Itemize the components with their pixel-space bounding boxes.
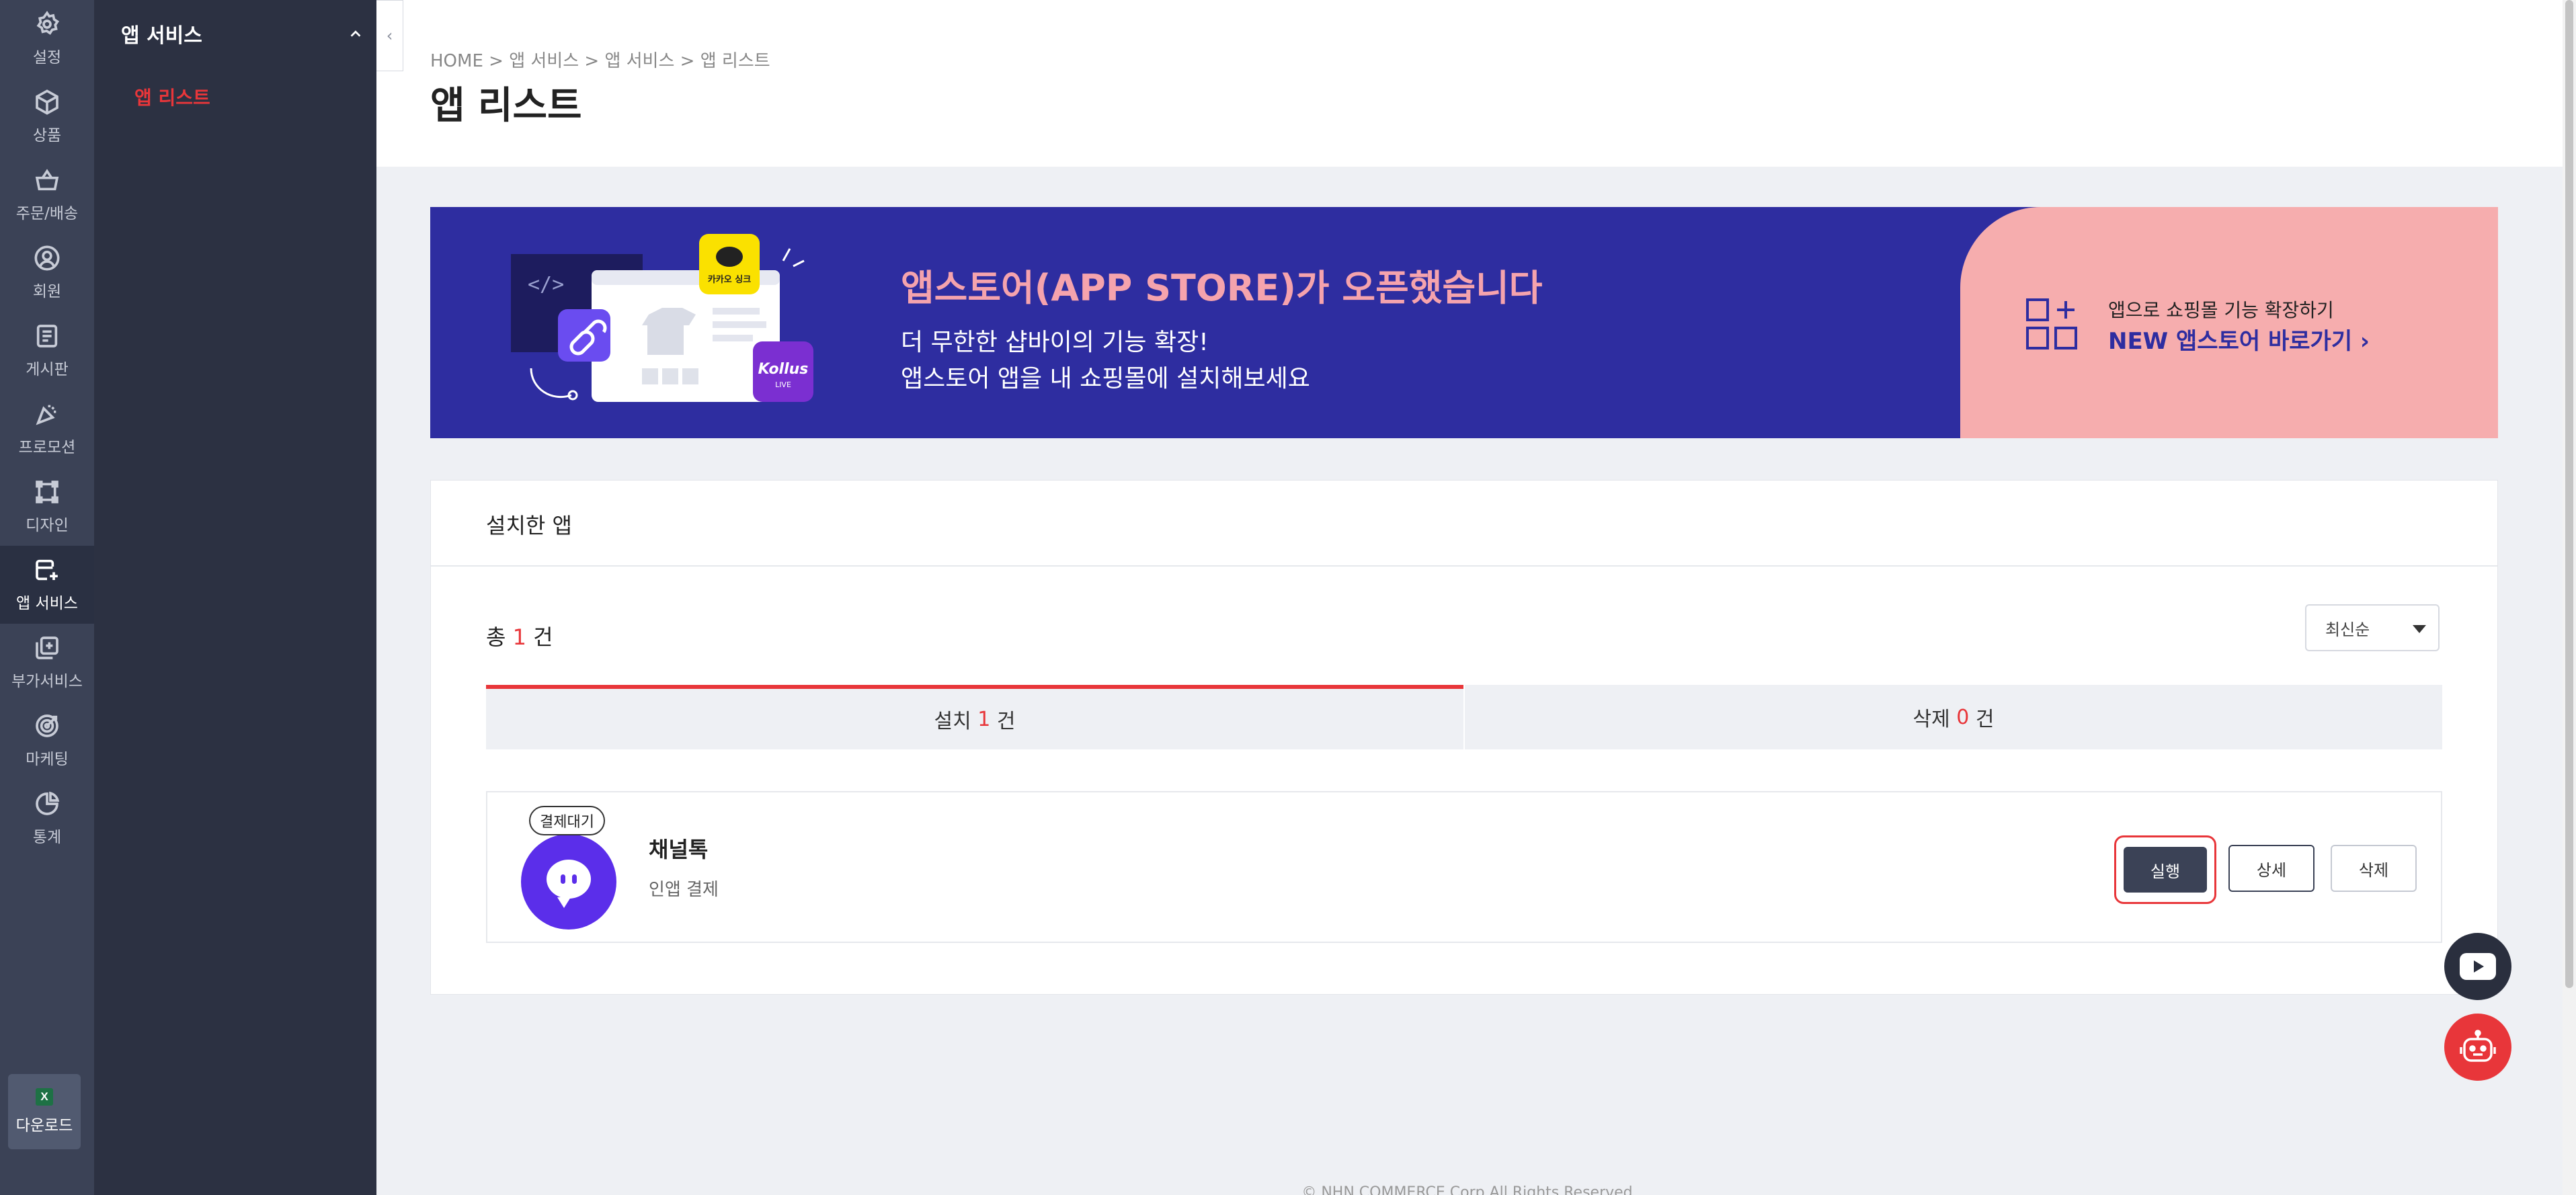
- tab-suffix: 건: [996, 710, 1016, 733]
- tab-label: 설치: [934, 710, 971, 733]
- rail-item-label: 부가서비스: [11, 673, 83, 690]
- channeltalk-logo: [521, 834, 616, 930]
- detail-button[interactable]: 상세: [2228, 845, 2315, 892]
- youtube-button[interactable]: [2444, 933, 2511, 1000]
- tab-deleted[interactable]: 삭제 0 건: [1463, 685, 2442, 749]
- app-description: 인앱 결제: [649, 880, 719, 900]
- tab-label: 삭제: [1913, 708, 1950, 731]
- submenu-item-app-list[interactable]: 앱 리스트: [134, 83, 210, 110]
- robot-icon: [2460, 1030, 2496, 1062]
- banner-badge-kakao: 카카오 싱크: [708, 275, 751, 285]
- gear-icon: [36, 11, 60, 35]
- sort-value: 최신순: [2325, 620, 2370, 639]
- rail-item-label: 디자인: [26, 517, 69, 534]
- basket-icon: [35, 169, 59, 191]
- tab-suffix: 건: [1975, 708, 1995, 731]
- rail-item-label: 게시판: [26, 361, 69, 378]
- collapse-sidebar-button[interactable]: ‹: [376, 0, 403, 71]
- banner-badge-live: LIVE: [775, 380, 791, 389]
- rail-item-addon[interactable]: 부가서비스: [0, 624, 94, 702]
- chevron-left-icon: ‹: [386, 26, 393, 45]
- rail-item-statistics[interactable]: 통계: [0, 780, 94, 858]
- app-name: 채널톡: [649, 837, 709, 862]
- rail-item-settings[interactable]: 설정: [0, 0, 94, 78]
- rail-item-promotion[interactable]: 프로모션: [0, 390, 94, 468]
- rail-item-label: 상품: [32, 127, 62, 145]
- status-tabs: 설치 1 건 삭제 0 건: [486, 685, 2442, 749]
- rail-item-label: 회원: [32, 283, 62, 300]
- page-title: 앱 리스트: [430, 84, 582, 128]
- submenu-group-header[interactable]: 앱 서비스: [121, 19, 363, 48]
- rail-item-label: 프로모션: [18, 439, 76, 456]
- banner-subtitle-1: 더 무한한 샵바이의 기능 확장!: [901, 329, 1209, 356]
- caret-down-icon: [2413, 625, 2426, 633]
- rail-item-design[interactable]: 디자인: [0, 468, 94, 546]
- run-button[interactable]: 실행: [2124, 847, 2207, 893]
- banner-badge-kollus: Kollus: [758, 361, 809, 378]
- download-label: 다운로드: [15, 1117, 73, 1135]
- scrollbar-thumb[interactable]: [2565, 0, 2573, 988]
- banner-cta-subtitle: 앱으로 쇼핑몰 기능 확장하기: [2108, 299, 2334, 321]
- page-scrollbar[interactable]: [2563, 0, 2576, 1195]
- app-store-link[interactable]: NEW 앱스토어 바로가기 ›: [2108, 323, 2370, 356]
- rail-item-label: 주문/배송: [15, 205, 79, 222]
- download-button[interactable]: X 다운로드: [8, 1074, 81, 1149]
- submenu-title: 앱 서비스: [121, 24, 202, 48]
- rail-item-label: 앱 서비스: [16, 595, 78, 612]
- youtube-icon: [2460, 953, 2496, 980]
- total-prefix: 총: [486, 624, 506, 650]
- user-icon: [34, 245, 60, 271]
- banner-subtitle-2: 앱스토어 앱을 내 쇼핑몰에 설치해보세요: [901, 365, 1310, 393]
- rail-item-label: 설정: [32, 49, 62, 67]
- board-icon: [36, 325, 58, 347]
- chevron-up-icon: [350, 30, 361, 37]
- rail-item-members[interactable]: 회원: [0, 234, 94, 312]
- rail-item-label: 마케팅: [26, 751, 69, 768]
- party-icon: [36, 405, 56, 425]
- total-count: 총 1 건: [486, 620, 553, 651]
- banner-title: 앱스토어(APP STORE)가 오픈했습니다: [901, 267, 1543, 309]
- rail-item-marketing[interactable]: 마케팅: [0, 702, 94, 780]
- card-title: 설치한 앱: [486, 513, 572, 538]
- app-store-banner[interactable]: </> 카카오 싱크 Kollus LIVE 앱스토어(APP STORE)가 …: [430, 207, 2498, 438]
- card-header: 설치한 앱: [431, 481, 2497, 567]
- tab-count: 1: [977, 707, 991, 731]
- app-service-icon: [36, 559, 58, 581]
- sort-select[interactable]: 최신순: [2305, 604, 2440, 651]
- banner-illustration: </> 카카오 싱크 Kollus LIVE: [511, 234, 813, 402]
- tab-count: 0: [1956, 705, 1970, 729]
- tab-installed[interactable]: 설치 1 건: [486, 685, 1463, 749]
- chat-bubble-icon: [547, 860, 591, 908]
- target-icon: [36, 714, 58, 737]
- breadcrumb: HOME > 앱 서비스 > 앱 서비스 > 앱 리스트: [430, 51, 770, 71]
- rail-item-products[interactable]: 상품: [0, 78, 94, 156]
- rail-item-label: 통계: [32, 829, 62, 846]
- footer-copyright: © NHN COMMERCE Corp All Rights Reserved.: [1301, 1184, 1638, 1195]
- svg-text:</>: </>: [528, 273, 564, 296]
- submenu-panel: 앱 서비스 앱 리스트: [94, 0, 376, 1195]
- chatbot-button[interactable]: [2444, 1014, 2511, 1081]
- status-badge: 결제대기: [529, 806, 605, 835]
- icon-rail: 설정 상품 주문/배송 회원 게시판 프로모션 디자인 앱 서비스 부가서비스 …: [0, 0, 94, 1195]
- page-header: HOME > 앱 서비스 > 앱 서비스 > 앱 리스트 앱 리스트: [376, 0, 2563, 167]
- pie-chart-icon: [36, 791, 60, 815]
- total-suffix: 건: [533, 624, 553, 650]
- rail-item-board[interactable]: 게시판: [0, 312, 94, 390]
- box-icon: [36, 89, 58, 115]
- addon-icon: [36, 636, 58, 659]
- installed-apps-card: 설치한 앱 총 1 건 최신순 설치 1 건 삭제 0 건 결제대기 채널톡 인…: [430, 480, 2498, 995]
- app-grid-icon: [2026, 298, 2077, 349]
- run-button-highlight: 실행: [2114, 835, 2216, 904]
- excel-icon: X: [36, 1088, 53, 1106]
- delete-button[interactable]: 삭제: [2331, 845, 2417, 892]
- rail-item-orders[interactable]: 주문/배송: [0, 156, 94, 234]
- total-number: 1: [512, 624, 526, 650]
- rail-item-app-service[interactable]: 앱 서비스: [0, 546, 94, 624]
- design-icon: [36, 481, 58, 503]
- list-item: 결제대기 채널톡 인앱 결제 실행 상세 삭제: [486, 791, 2442, 943]
